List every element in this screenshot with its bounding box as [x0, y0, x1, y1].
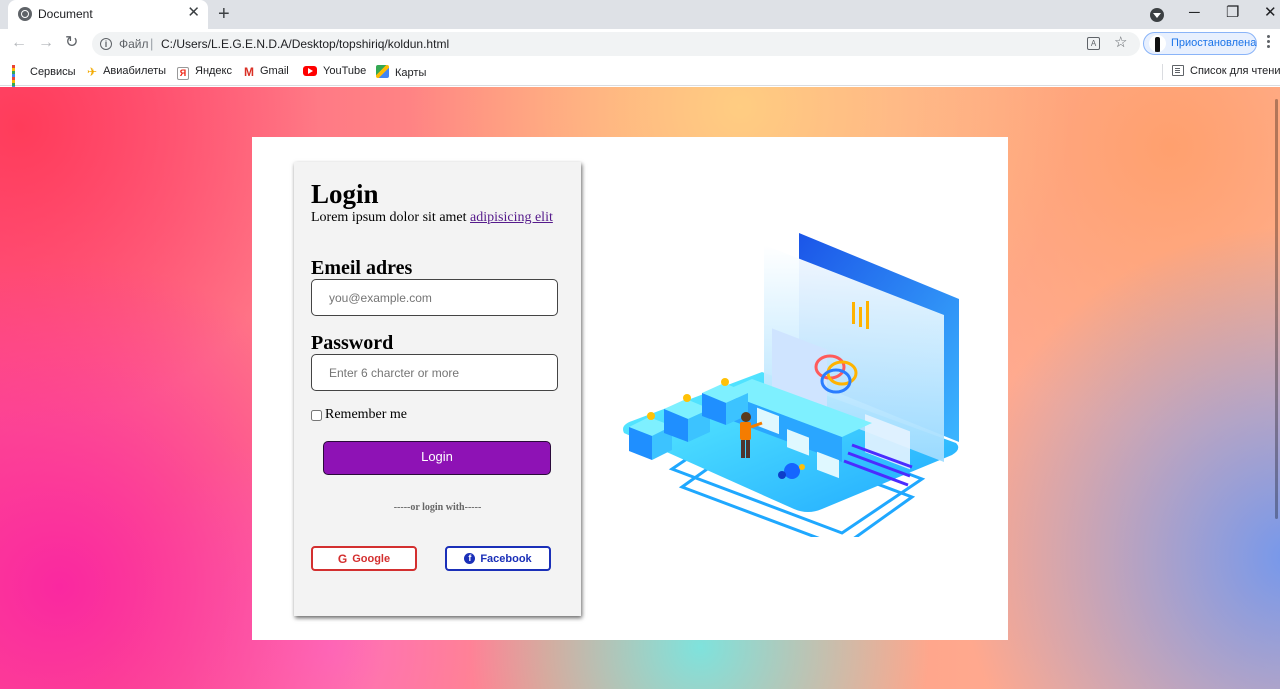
- remember-me-label: Remember me: [325, 407, 408, 422]
- google-icon: G: [337, 551, 348, 566]
- profile-status: Приостановлена: [1171, 37, 1257, 49]
- forward-icon[interactable]: →: [38, 33, 54, 53]
- google-label: Google: [352, 552, 391, 565]
- globe-icon: [18, 7, 32, 21]
- address-url[interactable]: C:/Users/L.E.G.E.N.D.A/Desktop/topshiriq…: [161, 37, 449, 51]
- reading-list-label: Список для чтения: [1190, 65, 1280, 77]
- bookmark-label: Авиабилеты: [103, 65, 167, 77]
- bookmarks-bar: Сервисы ✈ Авиабилеты Я Яндекс M Gmail YouTu…: [0, 59, 1280, 92]
- media-control-icon[interactable]: [1150, 8, 1164, 22]
- tab-strip: Document ✕ + ─ ❐ ✕: [0, 0, 1280, 29]
- bookmark-label: Gmail: [260, 65, 289, 77]
- bookmark-flights[interactable]: ✈ Авиабилеты: [87, 65, 166, 79]
- google-login-button[interactable]: G Google: [311, 546, 417, 571]
- subtitle-text: Lorem ipsum dolor sit amet: [311, 210, 467, 225]
- bookmark-label: YouTube: [323, 65, 367, 77]
- apps-icon: [12, 65, 24, 92]
- page-background: Login Lorem ipsum dolor sit amet adipisi…: [0, 87, 1280, 689]
- reload-icon[interactable]: ↻: [65, 33, 78, 53]
- maps-icon: [376, 65, 389, 78]
- tab-title: Document: [38, 7, 93, 21]
- close-window-icon[interactable]: ✕: [1264, 4, 1277, 22]
- login-button[interactable]: Login: [323, 441, 551, 475]
- restore-icon[interactable]: ❐: [1226, 4, 1239, 22]
- bookmark-label: Сервисы: [30, 66, 76, 78]
- address-scheme: Файл: [119, 37, 149, 51]
- avatar: [1149, 35, 1166, 52]
- reading-list-button[interactable]: Список для чтения: [1172, 65, 1280, 77]
- login-divider-text: -----or login with-----: [393, 502, 482, 513]
- facebook-icon: f: [464, 553, 476, 564]
- bookmark-gmail[interactable]: M Gmail: [244, 65, 289, 79]
- reading-list-icon: [1172, 65, 1184, 76]
- bookmarks-divider: [1162, 64, 1163, 80]
- login-form-panel: Login Lorem ipsum dolor sit amet adipisi…: [294, 162, 581, 616]
- bookmark-youtube[interactable]: YouTube: [303, 65, 366, 77]
- profile-button[interactable]: Приостановлена: [1143, 32, 1257, 55]
- bookmark-yandex[interactable]: Я Яндекс: [177, 65, 232, 80]
- bookmark-star-icon[interactable]: ☆: [1114, 34, 1127, 52]
- email-input[interactable]: [311, 279, 558, 316]
- remember-me[interactable]: Remember me: [311, 407, 407, 423]
- bookmark-maps[interactable]: Карты: [376, 65, 426, 79]
- bookmark-services[interactable]: Сервисы: [12, 65, 76, 92]
- subtitle-link[interactable]: adipisicing elit: [470, 210, 553, 225]
- more-menu-icon[interactable]: [1267, 35, 1271, 51]
- browser-toolbar: ← → ↻ i Файл | C:/Users/L.E.G.E.N.D.A/De…: [0, 29, 1280, 59]
- password-label: Password: [311, 332, 394, 354]
- minimize-icon[interactable]: ─: [1189, 4, 1200, 22]
- back-icon[interactable]: ←: [11, 33, 27, 53]
- address-separator: |: [150, 36, 154, 51]
- browser-tab[interactable]: Document ✕: [8, 0, 208, 29]
- info-icon[interactable]: i: [100, 38, 112, 50]
- login-title: Login: [311, 179, 379, 209]
- new-tab-icon[interactable]: +: [218, 3, 230, 25]
- address-bar[interactable]: i Файл | C:/Users/L.E.G.E.N.D.A/Desktop/…: [92, 32, 1140, 56]
- email-label: Emeil adres: [311, 257, 413, 279]
- plane-icon: ✈: [87, 65, 98, 79]
- facebook-label: Facebook: [480, 552, 532, 565]
- translate-icon[interactable]: A: [1087, 37, 1100, 50]
- remember-me-checkbox[interactable]: [311, 409, 322, 421]
- yandex-icon: Я: [177, 67, 189, 80]
- youtube-icon: [303, 66, 317, 76]
- facebook-login-button[interactable]: f Facebook: [445, 546, 551, 571]
- login-card: Login Lorem ipsum dolor sit amet adipisi…: [252, 137, 1008, 640]
- password-input[interactable]: [311, 354, 558, 391]
- scrollbar[interactable]: [1275, 99, 1278, 519]
- gmail-icon: M: [244, 65, 254, 79]
- bookmark-label: Яндекс: [195, 65, 232, 77]
- login-subtitle: Lorem ipsum dolor sit amet adipisicing e…: [311, 210, 553, 226]
- bookmark-label: Карты: [395, 67, 427, 79]
- close-tab-icon[interactable]: ✕: [187, 4, 200, 22]
- isometric-illustration: [623, 233, 959, 537]
